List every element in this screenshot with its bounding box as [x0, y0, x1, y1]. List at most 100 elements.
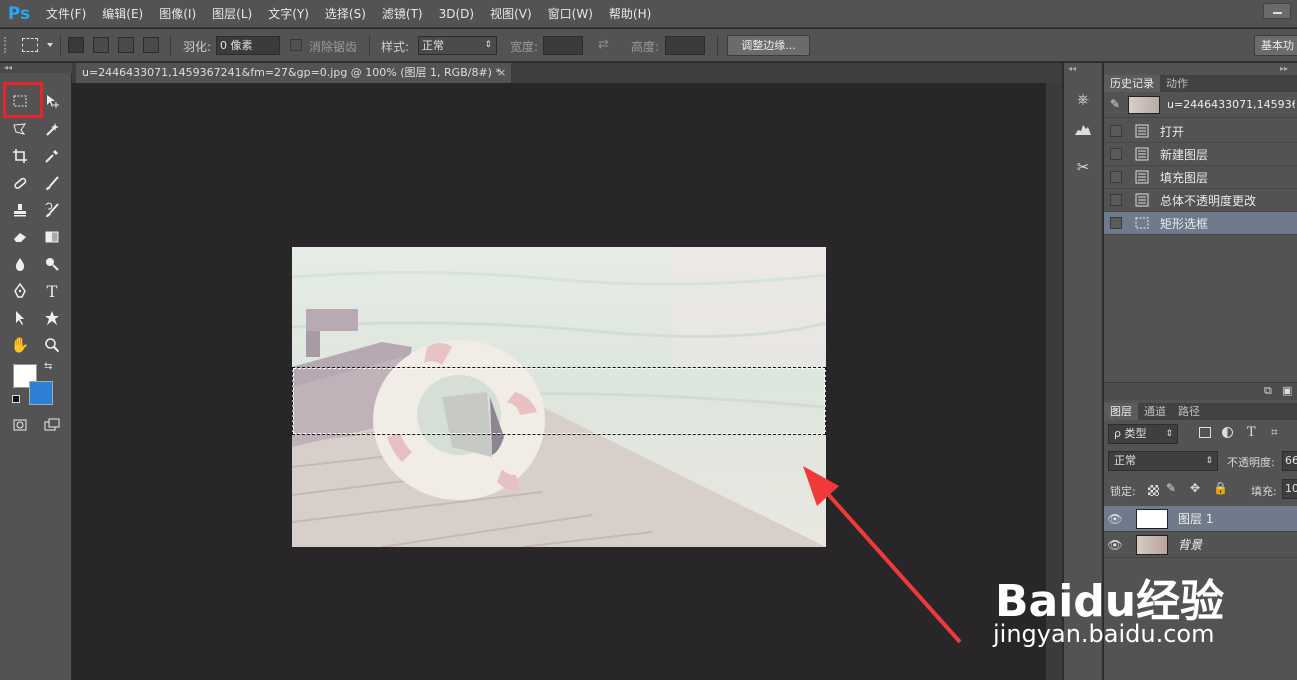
eye-icon[interactable]: 👁	[1104, 512, 1126, 526]
history-item-selected[interactable]: 矩形选框	[1104, 212, 1297, 235]
menu-file[interactable]: 文件(F)	[38, 0, 94, 28]
snapshot-name: u=2446433071,1459367241	[1167, 98, 1295, 111]
zoom-tool-icon[interactable]	[40, 334, 64, 356]
history-item[interactable]: 打开	[1104, 120, 1297, 143]
history-item[interactable]: 总体不透明度更改	[1104, 189, 1297, 212]
eraser-tool-icon[interactable]	[8, 226, 32, 248]
magic-wand-tool-icon[interactable]	[40, 118, 64, 140]
lock-transparent-icon[interactable]	[1148, 485, 1159, 496]
path-selection-tool-icon[interactable]	[8, 307, 32, 329]
toolbox-collapse-icon[interactable]: ◂◂	[0, 63, 72, 73]
width-input[interactable]	[543, 36, 583, 55]
tool-presets-icon[interactable]: ✂	[1071, 155, 1095, 179]
menu-layer[interactable]: 图层(L)	[204, 0, 260, 28]
layer-row-selected[interactable]: 👁 图层 1	[1104, 506, 1297, 532]
workspace-button[interactable]: 基本功	[1254, 35, 1297, 56]
shape-tool-icon[interactable]	[40, 307, 64, 329]
move-tool-icon[interactable]	[40, 90, 64, 112]
filter-shape-icon[interactable]: ⌗	[1271, 425, 1278, 440]
marquee-selection[interactable]	[292, 367, 826, 435]
new-snapshot-icon[interactable]: ▣	[1282, 384, 1292, 397]
new-document-icon[interactable]: ⧉	[1264, 384, 1272, 398]
add-selection-icon[interactable]	[93, 37, 109, 53]
close-tab-icon[interactable]: ×	[497, 63, 506, 83]
document-tab[interactable]: u=2446433071,1459367241&fm=27&gp=0.jpg @…	[76, 63, 511, 83]
filter-type-icon[interactable]: T	[1247, 425, 1256, 440]
healing-brush-tool-icon[interactable]	[8, 172, 32, 194]
brush-tool-icon[interactable]	[40, 172, 64, 194]
eye-icon[interactable]: 👁	[1104, 538, 1126, 552]
eyedropper-tool-icon[interactable]	[40, 145, 64, 167]
history-brush-tool-icon[interactable]	[40, 199, 64, 221]
menu-image[interactable]: 图像(I)	[151, 0, 204, 28]
history-checkbox[interactable]	[1110, 148, 1122, 160]
lasso-tool-icon[interactable]	[8, 118, 32, 140]
lock-all-icon[interactable]: 🔒	[1213, 481, 1228, 495]
intersect-selection-icon[interactable]	[143, 37, 159, 53]
swap-colors-icon[interactable]: ⇆	[44, 361, 52, 372]
history-brush-source-icon[interactable]: ✎	[1110, 97, 1120, 111]
strip-collapse-icon[interactable]: ◂◂	[1068, 64, 1076, 73]
tab-paths[interactable]: 路径	[1172, 403, 1206, 420]
subtract-selection-icon[interactable]	[118, 37, 134, 53]
preset-dropdown-icon[interactable]	[47, 43, 53, 47]
layer-row[interactable]: 👁 背景	[1104, 532, 1297, 558]
crop-tool-icon[interactable]	[8, 145, 32, 167]
layer-filter-select[interactable]: ρ 类型 ⇕	[1108, 424, 1178, 444]
history-checkbox[interactable]	[1110, 171, 1122, 183]
select-arrow-icon: ⇕	[1165, 429, 1173, 439]
history-checkbox[interactable]	[1110, 217, 1122, 229]
menu-window[interactable]: 窗口(W)	[540, 0, 601, 28]
history-item[interactable]: 填充图层	[1104, 166, 1297, 189]
blend-mode-select[interactable]: 正常 ⇕	[1108, 451, 1218, 471]
style-select[interactable]: 正常 ⇕	[418, 36, 497, 55]
dodge-tool-icon[interactable]	[40, 253, 64, 275]
lock-pixels-icon[interactable]: ✎	[1166, 481, 1176, 495]
menu-select[interactable]: 选择(S)	[317, 0, 374, 28]
hand-tool-icon[interactable]: ✋	[8, 334, 32, 356]
swap-icon[interactable]: ⇄	[598, 37, 609, 52]
blur-tool-icon[interactable]	[8, 253, 32, 275]
menu-view[interactable]: 视图(V)	[482, 0, 540, 28]
menu-type[interactable]: 文字(Y)	[260, 0, 317, 28]
minimize-button[interactable]	[1263, 3, 1291, 19]
layer-thumbnail	[1136, 508, 1168, 529]
history-step-icon	[1134, 192, 1150, 208]
navigator-icon[interactable]: ⎈	[1071, 87, 1095, 111]
menu-edit[interactable]: 编辑(E)	[94, 0, 151, 28]
panel-expand-icon[interactable]: ▸▸	[1280, 64, 1288, 73]
filter-adjustment-icon[interactable]	[1222, 427, 1233, 438]
default-colors-icon[interactable]	[12, 395, 20, 403]
menu-3d[interactable]: 3D(D)	[431, 0, 482, 28]
tab-channels[interactable]: 通道	[1138, 403, 1172, 420]
quick-mask-icon[interactable]	[8, 414, 32, 436]
filter-pixel-icon[interactable]	[1199, 427, 1211, 438]
history-checkbox[interactable]	[1110, 125, 1122, 137]
histogram-icon[interactable]	[1071, 116, 1095, 140]
new-selection-icon[interactable]	[68, 37, 84, 53]
pen-tool-icon[interactable]	[8, 280, 32, 302]
background-color-swatch[interactable]	[29, 381, 53, 405]
options-grip[interactable]	[4, 37, 10, 53]
fill-input[interactable]: 10	[1282, 479, 1297, 499]
history-checkbox[interactable]	[1110, 194, 1122, 206]
opacity-input[interactable]: 66	[1282, 451, 1297, 471]
history-label: 新建图层	[1160, 147, 1209, 162]
screen-mode-icon[interactable]	[40, 414, 64, 436]
antialias-checkbox[interactable]	[290, 39, 302, 51]
menu-help[interactable]: 帮助(H)	[601, 0, 659, 28]
marquee-preset-icon[interactable]	[22, 38, 38, 52]
menu-filter[interactable]: 滤镜(T)	[374, 0, 431, 28]
gradient-tool-icon[interactable]	[40, 226, 64, 248]
tab-layers[interactable]: 图层	[1104, 403, 1138, 420]
feather-input[interactable]: 0 像素	[216, 36, 280, 55]
tab-history[interactable]: 历史记录	[1104, 75, 1160, 92]
refine-edge-button[interactable]: 调整边缘...	[727, 35, 810, 56]
history-snapshot[interactable]: ✎ u=2446433071,1459367241	[1104, 92, 1297, 118]
clone-stamp-tool-icon[interactable]	[8, 199, 32, 221]
height-input[interactable]	[665, 36, 705, 55]
type-tool-icon[interactable]: T	[40, 280, 64, 302]
tab-actions[interactable]: 动作	[1160, 75, 1194, 92]
lock-position-icon[interactable]: ✥	[1190, 481, 1200, 495]
history-item[interactable]: 新建图层	[1104, 143, 1297, 166]
